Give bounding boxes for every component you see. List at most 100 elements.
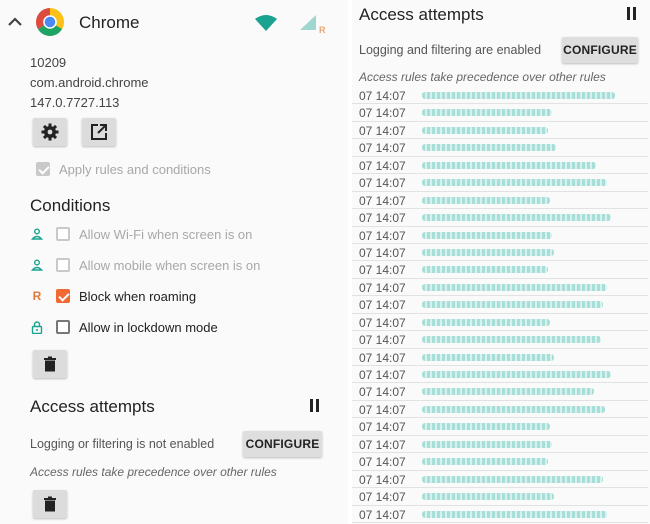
log-entry-time: 07 14:07	[359, 106, 406, 121]
log-entry-time: 07 14:07	[359, 490, 406, 505]
mobile-screen-label: Allow mobile when screen is on	[79, 257, 261, 273]
log-entry-redacted-address	[422, 510, 607, 518]
log-entry-redacted-address	[422, 109, 552, 117]
access-log-panel: Access attempts Logging and filtering ar…	[352, 0, 650, 524]
log-entry-time: 07 14:07	[359, 315, 406, 330]
app-version: 147.0.7727.113	[30, 95, 120, 110]
left-access-status: Logging or filtering is not enabled	[30, 437, 215, 451]
log-entry[interactable]: 07 14:07	[352, 401, 648, 419]
mobile-signal-icon[interactable]	[298, 14, 320, 32]
log-entry[interactable]: 07 14:07	[352, 122, 648, 140]
log-entry-redacted-address	[422, 144, 556, 152]
person-icon	[30, 258, 44, 272]
wifi-screen-checkbox[interactable]	[56, 227, 70, 241]
log-entry-redacted-address	[422, 388, 594, 396]
open-app-button[interactable]	[82, 118, 116, 146]
right-access-status: Logging and filtering are enabled	[359, 43, 542, 57]
wifi-icon[interactable]	[254, 14, 278, 32]
log-entry[interactable]: 07 14:07	[352, 418, 648, 436]
log-entry-time: 07 14:07	[359, 333, 406, 348]
log-entry[interactable]: 07 14:07	[352, 296, 648, 314]
delete-log-button[interactable]	[33, 490, 67, 518]
log-entry-redacted-address	[422, 231, 552, 239]
delete-button[interactable]	[33, 350, 67, 378]
log-entry[interactable]: 07 14:07	[352, 314, 648, 332]
log-entry-redacted-address	[422, 493, 554, 501]
settings-button[interactable]	[33, 118, 67, 146]
right-configure-button[interactable]: CONFIGURE	[562, 37, 638, 63]
log-entry[interactable]: 07 14:07	[352, 366, 648, 384]
log-entry[interactable]: 07 14:07	[352, 104, 648, 122]
log-entry[interactable]: 07 14:07	[352, 87, 648, 105]
log-entry[interactable]: 07 14:07	[352, 349, 648, 366]
log-entry-redacted-address	[422, 440, 552, 448]
log-entry-time: 07 14:07	[359, 280, 406, 295]
log-entry-redacted-address	[422, 336, 601, 344]
log-entry-time: 07 14:07	[359, 123, 406, 138]
log-entry-redacted-address	[422, 266, 548, 274]
log-entry[interactable]: 07 14:07	[352, 139, 648, 157]
condition-lockdown-row[interactable]: Allow in lockdown mode	[30, 316, 218, 338]
log-entry-time: 07 14:07	[359, 385, 406, 400]
conditions-title: Conditions	[30, 196, 111, 215]
log-entry-redacted-address	[422, 318, 550, 326]
log-entry-time: 07 14:07	[359, 228, 406, 243]
log-entry[interactable]: 07 14:07	[352, 331, 648, 349]
log-entry[interactable]: 07 14:07	[352, 209, 648, 227]
log-entry-time: 07 14:07	[359, 507, 406, 522]
log-entry[interactable]: 07 14:07	[352, 436, 648, 454]
mobile-screen-checkbox[interactable]	[56, 258, 70, 272]
log-entry-redacted-address	[422, 214, 611, 222]
left-access-title: Access attempts	[30, 397, 155, 416]
trash-icon	[44, 496, 56, 512]
app-package: com.android.chrome	[30, 75, 149, 90]
access-log-list: 07 14:07 07 14:07 07 14:07 07 14:07 07 14:07…	[352, 87, 648, 523]
condition-mobile-screen-row[interactable]: Allow mobile when screen is on	[30, 254, 260, 276]
gear-icon	[41, 123, 59, 141]
right-access-title: Access attempts	[359, 5, 484, 24]
log-entry-redacted-address	[422, 283, 607, 291]
condition-roaming-row[interactable]: R Block when roaming	[30, 285, 196, 307]
log-entry[interactable]: 07 14:07	[352, 174, 648, 192]
apply-rules-row[interactable]: Apply rules and conditions	[30, 158, 211, 180]
log-entry-redacted-address	[422, 196, 550, 204]
log-entry[interactable]: 07 14:07	[352, 488, 648, 506]
log-entry[interactable]: 07 14:07	[352, 471, 648, 489]
log-entry[interactable]: 07 14:07	[352, 383, 648, 401]
apply-rules-checkbox[interactable]	[36, 162, 50, 176]
trash-icon	[44, 356, 56, 372]
lockdown-checkbox[interactable]	[56, 320, 70, 334]
log-entry[interactable]: 07 14:07	[352, 157, 648, 175]
log-entry-time: 07 14:07	[359, 158, 406, 173]
log-entry-redacted-address	[422, 248, 554, 256]
log-entry-time: 07 14:07	[359, 437, 406, 452]
log-entry-time: 07 14:07	[359, 263, 406, 278]
log-entry-time: 07 14:07	[359, 89, 406, 103]
lock-icon	[30, 320, 44, 334]
lockdown-label: Allow in lockdown mode	[79, 319, 218, 335]
log-entry[interactable]: 07 14:07	[352, 506, 648, 523]
app-uid: 10209	[30, 55, 67, 70]
roaming-badge: R	[319, 25, 326, 35]
log-entry[interactable]: 07 14:07	[352, 453, 648, 471]
log-entry-time: 07 14:07	[359, 141, 406, 156]
log-entry-time: 07 14:07	[359, 472, 406, 487]
log-entry[interactable]: 07 14:07	[352, 192, 648, 210]
block-roaming-checkbox[interactable]	[56, 289, 70, 303]
left-configure-button[interactable]: CONFIGURE	[243, 431, 322, 457]
log-entry[interactable]: 07 14:07	[352, 261, 648, 279]
log-entry-redacted-address	[422, 423, 550, 431]
left-access-note: Access rules take precedence over other …	[30, 465, 277, 479]
log-entry[interactable]: 07 14:07	[352, 279, 648, 297]
pause-icon[interactable]	[309, 399, 320, 412]
log-entry-redacted-address	[422, 405, 605, 413]
log-entry[interactable]: 07 14:07	[352, 244, 648, 262]
log-entry[interactable]: 07 14:07	[352, 227, 648, 244]
pause-icon[interactable]	[626, 7, 637, 20]
app-name: Chrome	[79, 13, 140, 32]
roaming-r-icon: R	[32, 289, 42, 303]
log-entry-time: 07 14:07	[359, 211, 406, 226]
chevron-up-icon[interactable]	[6, 13, 24, 31]
log-entry-redacted-address	[422, 161, 596, 169]
condition-wifi-screen-row[interactable]: Allow Wi-Fi when screen is on	[30, 223, 252, 245]
